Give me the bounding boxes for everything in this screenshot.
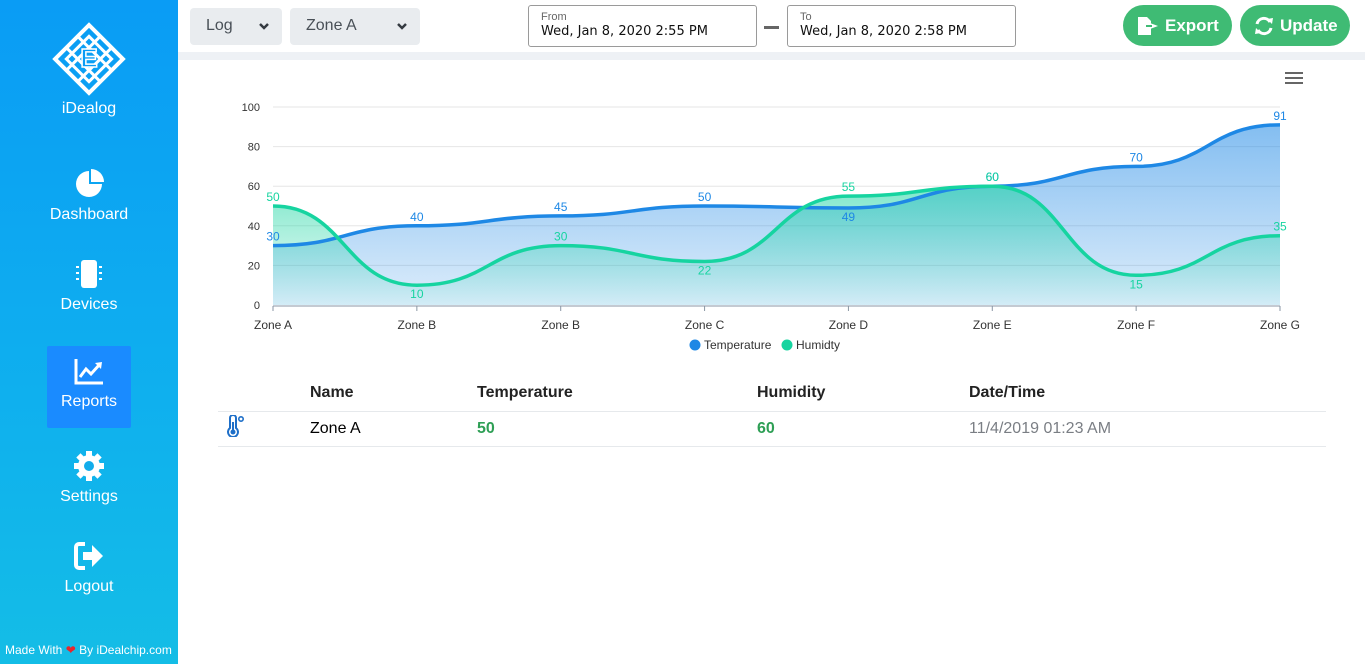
brand-name: iDealog [61,100,117,117]
thermometer-icon [227,414,245,438]
chevron-down-icon [397,23,407,30]
data-label: 50 [698,190,712,204]
y-tick-label: 100 [242,102,260,114]
x-tick-label: Zone D [829,318,869,332]
data-label: 70 [1129,150,1143,164]
header-datetime: Date/Time [969,376,1326,412]
mode-select-value: Log [206,17,233,34]
y-tick-label: 60 [248,181,260,193]
data-label: 35 [1273,220,1287,234]
cell-datetime: 11/4/2019 01:23 AM [969,411,1326,447]
data-label: 40 [410,210,424,224]
cell-temperature: 50 [477,411,757,447]
table-header-row: Name Temperature Humidity Date/Time [218,376,1326,412]
x-tick-label: Zone E [973,318,1012,332]
x-tick-label: Zone C [685,318,725,332]
nav-label: Devices [60,296,118,313]
logout-icon [74,542,103,570]
nav-settings[interactable]: Settings [47,450,131,532]
data-label: 30 [554,230,568,244]
legend-label: Temperature [704,338,772,352]
data-label: 49 [842,210,856,224]
device-icon [76,260,102,288]
zone-select[interactable]: Zone A [290,8,420,45]
y-tick-label: 40 [248,221,260,233]
to-date-field[interactable]: To Wed, Jan 8, 2020 2:58 PM [787,5,1016,47]
x-tick-label: Zone G [1260,318,1300,332]
footer-made-with: Made With [5,643,63,657]
heart-icon: ❤ [65,643,76,657]
header-name: Name [310,376,477,412]
data-label: 60 [986,170,1000,184]
legend-marker [689,339,701,351]
data-label: 10 [410,287,424,301]
header-humidity: Humidity [757,376,969,412]
zone-select-value: Zone A [306,17,357,34]
line-chart-icon [74,359,103,385]
update-button[interactable]: Update [1240,5,1350,46]
gear-icon [74,451,104,481]
export-button[interactable]: Export [1123,5,1232,46]
data-label: 55 [842,180,856,194]
y-tick-label: 0 [254,300,260,312]
table-row[interactable]: Zone A 50 60 11/4/2019 01:23 AM [218,411,1326,447]
nav-logout[interactable]: Logout [47,540,131,622]
header-temperature: Temperature [477,376,757,412]
svg-text:E: E [80,43,97,73]
nav-dashboard[interactable]: Dashboard [47,168,131,250]
cell-humidity: 60 [757,411,969,447]
idealog-logo-icon[interactable]: E [52,22,126,96]
mode-select[interactable]: Log [190,8,282,45]
legend-label: Humidty [796,338,840,352]
chevron-down-icon [259,23,269,30]
sidebar: E iDealog Dashboard Devices Reports Sett… [0,0,178,664]
data-label: 30 [266,230,280,244]
nav-label: Reports [60,393,118,410]
data-label: 50 [266,190,280,204]
y-tick-label: 80 [248,142,260,154]
from-date-caption: From [541,11,567,23]
footer: Made With ❤ By iDealchip.com [5,643,172,657]
to-date-value: Wed, Jan 8, 2020 2:58 PM [800,24,967,39]
x-tick-label: Zone F [1117,318,1155,332]
nav-label: Settings [60,488,118,505]
y-tick-label: 20 [248,260,260,272]
to-date-caption: To [800,11,812,23]
chart-menu-icon[interactable] [1285,72,1303,88]
nav-devices[interactable]: Devices [47,258,131,340]
header-icon-col [218,376,310,412]
x-tick-label: Zone B [398,318,437,332]
legend-marker [781,339,793,351]
data-label: 91 [1273,109,1287,123]
data-label: 22 [698,263,712,277]
x-tick-label: Zone B [541,318,580,332]
file-export-icon [1138,17,1158,35]
nav-reports[interactable]: Reports [47,346,131,428]
toolbar-divider [178,52,1365,60]
update-label: Update [1280,16,1338,35]
date-range-separator [764,26,779,29]
cell-name: Zone A [310,411,477,447]
x-tick-label: Zone A [254,318,292,332]
data-label: 45 [554,200,568,214]
footer-by[interactable]: By iDealchip.com [79,643,172,657]
pie-chart-icon [76,169,104,197]
export-label: Export [1165,16,1219,35]
from-date-value: Wed, Jan 8, 2020 2:55 PM [541,24,708,39]
nav-label: Logout [64,578,114,595]
nav-label: Dashboard [49,206,129,223]
data-label: 15 [1129,277,1143,291]
report-table: Name Temperature Humidity Date/Time Zone… [218,376,1326,447]
from-date-field[interactable]: From Wed, Jan 8, 2020 2:55 PM [528,5,757,47]
refresh-icon [1255,16,1273,36]
report-chart: 30404550496070915010302255601535 0204060… [242,102,1300,352]
